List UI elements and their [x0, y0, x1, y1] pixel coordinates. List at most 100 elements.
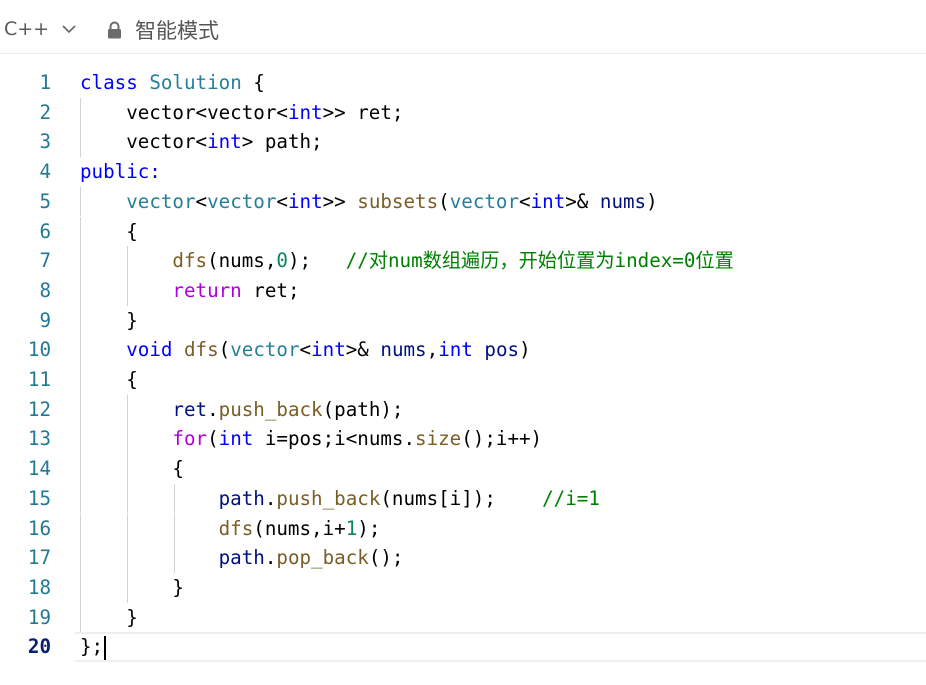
code-token: void	[126, 338, 173, 362]
code-line[interactable]: 5 vector<vector<int>> subsets(vector<int…	[0, 186, 926, 217]
code-token: (	[218, 338, 231, 362]
code-token: dfs	[218, 516, 254, 540]
line-number: 5	[39, 189, 51, 213]
code-token: .	[207, 397, 219, 421]
line-number: 9	[39, 308, 51, 332]
code-token: {	[80, 219, 138, 243]
code-token: pos	[484, 338, 520, 362]
code-line[interactable]: 11 {	[0, 365, 926, 395]
code-line[interactable]: 7 dfs(nums,0); //对num数组遍历，开始位置为index=0位置	[0, 246, 926, 276]
code-token: dfs	[172, 249, 208, 273]
mode-label: 智能模式	[135, 19, 219, 43]
code-token: vector	[449, 189, 520, 213]
code-token: > path;	[241, 130, 323, 154]
code-line[interactable]: 1 class Solution {	[0, 68, 926, 98]
code-text: dfs(nums,0); //对num数组遍历，开始位置为index=0位置	[80, 246, 733, 276]
code-token: int	[287, 100, 323, 124]
code-line[interactable]: 6 {	[0, 216, 926, 247]
code-line[interactable]: 20};	[0, 632, 926, 662]
code-token: push_back	[276, 486, 381, 510]
code-token: vector	[230, 338, 300, 362]
code-token: subsets	[357, 189, 439, 213]
line-number: 4	[39, 160, 51, 184]
code-token: Solution	[149, 71, 242, 94]
code-token: int	[287, 189, 323, 213]
language-select[interactable]: C++	[4, 17, 77, 41]
code-line[interactable]: 3 vector<int> path;	[0, 127, 926, 158]
line-number: 3	[39, 130, 51, 154]
code-token: (nums[i]);	[380, 486, 543, 510]
code-token: return	[172, 278, 242, 302]
code-token: int	[207, 130, 242, 154]
code-text: }	[80, 306, 138, 336]
code-line[interactable]: 14 {	[0, 454, 926, 484]
code-line[interactable]: 18 }	[0, 572, 926, 603]
code-text: return ret;	[80, 276, 300, 306]
code-text: }	[80, 603, 138, 633]
code-token: int	[218, 427, 254, 451]
code-token: .	[264, 546, 277, 570]
line-number: 16	[27, 516, 51, 540]
line-number: 1	[39, 71, 51, 94]
code-token: (path);	[322, 397, 404, 421]
code-text: {	[80, 454, 184, 484]
code-token: ret;	[241, 278, 300, 302]
code-line[interactable]: 8 return ret;	[0, 275, 926, 306]
code-line[interactable]: 12 ret.push_back(path);	[0, 394, 926, 425]
code-text: }	[80, 573, 184, 603]
code-token: ();	[368, 546, 404, 570]
code-token: vector	[207, 189, 277, 213]
line-number: 2	[39, 100, 51, 124]
code-text: {	[80, 365, 138, 395]
code-token: i=pos;i<nums.	[253, 427, 416, 451]
code-text: vector<vector<int>> subsets(vector<int>&…	[80, 187, 657, 217]
code-token: {	[80, 457, 184, 481]
line-number: 8	[39, 278, 51, 302]
line-number: 11	[27, 368, 51, 391]
code-line[interactable]: 15 path.push_back(nums[i]); //i=1	[0, 483, 926, 514]
line-number: 13	[27, 427, 51, 451]
code-token: }	[80, 575, 184, 599]
code-token: ret	[172, 397, 208, 421]
smart-mode-indicator[interactable]: 智能模式	[107, 17, 219, 43]
code-token: pop_back	[276, 546, 369, 570]
code-text: {	[80, 217, 138, 247]
line-number: 19	[27, 605, 51, 629]
code-line[interactable]: 10 void dfs(vector<int>& nums,int pos)	[0, 335, 926, 365]
code-token: for	[172, 427, 208, 451]
code-line[interactable]: 4 public:	[0, 157, 926, 187]
line-number: 7	[39, 249, 51, 273]
code-token: <	[519, 189, 531, 213]
code-token: {	[241, 71, 265, 94]
code-token: >&	[565, 189, 600, 213]
code-editor[interactable]: 1 class Solution {2 vector<vector<int>> r…	[0, 54, 926, 685]
code-line[interactable]: 16 dfs(nums,i+1);	[0, 513, 926, 544]
code-token: )	[519, 338, 531, 362]
code-token: };	[80, 635, 104, 659]
code-line[interactable]: 9 }	[0, 305, 926, 336]
line-number: 14	[27, 457, 51, 481]
code-token: (nums,	[207, 249, 277, 273]
code-token: int	[438, 338, 473, 362]
code-token: class	[80, 71, 138, 94]
code-text: void dfs(vector<int>& nums,int pos)	[80, 335, 531, 365]
code-token: >&	[345, 338, 381, 362]
code-line[interactable]: 17 path.pop_back();	[0, 543, 926, 573]
code-token: );	[287, 249, 346, 273]
code-token: path	[218, 546, 265, 570]
code-line[interactable]: 13 for(int i=pos;i<nums.size();i++)	[0, 424, 926, 455]
code-token: <	[195, 189, 208, 213]
code-line[interactable]: 2 vector<vector<int>> ret;	[0, 97, 926, 128]
code-token: 0	[276, 249, 288, 273]
code-line[interactable]: 19 }	[0, 602, 926, 633]
code-token: push_back	[218, 397, 323, 421]
